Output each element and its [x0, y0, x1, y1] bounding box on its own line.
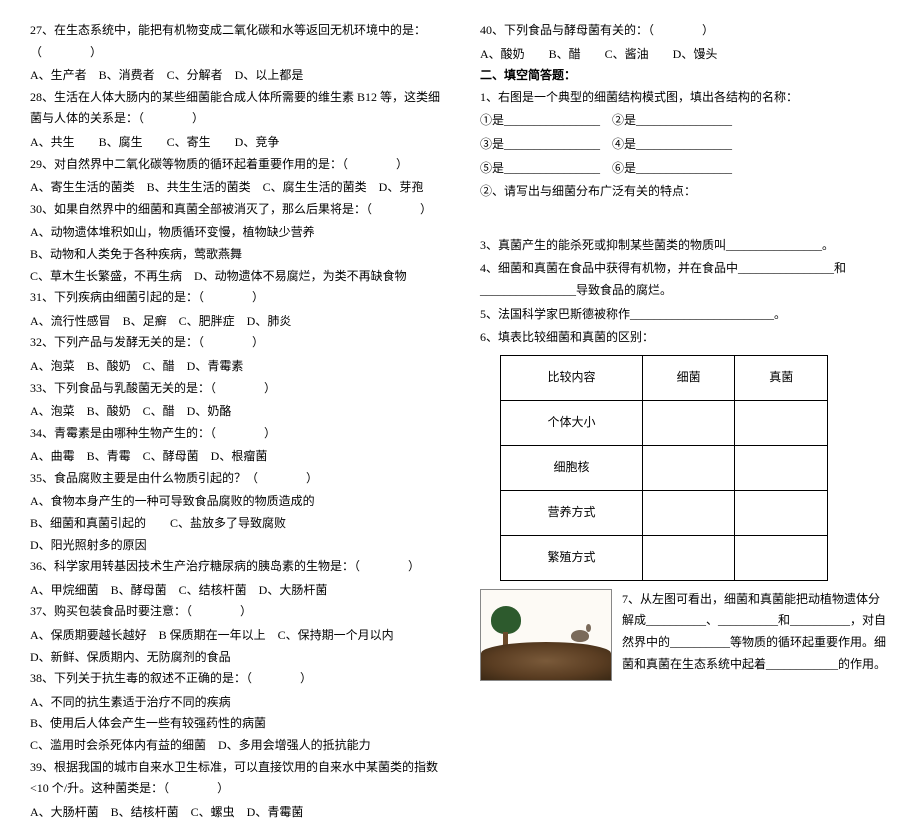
q32: 32、下列产品与发酵无关的是：（ ） [30, 332, 440, 354]
right-column: 40、下列食品与酵母菌有关的：（ ） A、酸奶 B、醋 C、酱油 D、馒头 二、… [480, 20, 890, 823]
row-reproduction: 繁殖方式 [501, 535, 643, 580]
th-bacteria: 细菌 [642, 355, 735, 400]
q30-a: A、动物遗体堆积如山，物质循环变慢，植物缺少营养 [30, 222, 440, 244]
blank-space [480, 205, 890, 235]
cell-blank [735, 535, 828, 580]
p1-blanks-c: ⑤是________________ ⑥是________________ [480, 158, 890, 180]
rabbit-icon [571, 630, 589, 642]
q7-text: 7、从左图可看出，细菌和真菌能把动植物遗体分解成__________、_____… [622, 589, 890, 675]
row-nucleus: 细胞核 [501, 445, 643, 490]
q39-options: A、大肠杆菌 B、结核杆菌 C、螺虫 D、青霉菌 [30, 802, 440, 823]
q35-c: D、阳光照射多的原因 [30, 535, 440, 557]
q36: 36、科学家用转基因技术生产治疗糖尿病的胰岛素的生物是：（ ） [30, 556, 440, 578]
ground-icon [481, 642, 611, 680]
worksheet-page: 27、在生态系统中，能把有机物变成二氧化碳和水等返回无机环境中的是：（ ） A、… [30, 20, 890, 823]
section-2-title: 二、填空简答题： [480, 65, 890, 87]
p1: 1、右图是一个典型的细菌结构模式图，填出各结构的名称： [480, 87, 890, 109]
q32-options: A、泡菜 B、酸奶 C、醋 D、青霉素 [30, 356, 440, 378]
ecosystem-diagram [480, 589, 612, 681]
q40-options: A、酸奶 B、醋 C、酱油 D、馒头 [480, 44, 890, 66]
p3: 3、真菌产生的能杀死或抑制某些菌类的物质叫________________。 [480, 235, 890, 257]
q28-options: A、共生 B、腐生 C、寄生 D、竞争 [30, 132, 440, 154]
q33-options: A、泡菜 B、酸奶 C、醋 D、奶酪 [30, 401, 440, 423]
q34: 34、青霉素是由哪种生物产生的：（ ） [30, 423, 440, 445]
q36-options: A、甲烷细菌 B、酵母菌 C、结核杆菌 D、大肠杆菌 [30, 580, 440, 602]
th-fungi: 真菌 [735, 355, 828, 400]
q39: 39、根据我国的城市自来水卫生标准，可以直接饮用的自来水中某菌类的指数<10 个… [30, 757, 440, 800]
q37-options: A、保质期要越长越好 B 保质期在一年以上 C、保持期一个月以内 [30, 625, 440, 647]
cell-blank [735, 490, 828, 535]
table-row: 繁殖方式 [501, 535, 828, 580]
q38-a: A、不同的抗生素适于治疗不同的疾病 [30, 692, 440, 714]
p1-blanks-a: ①是________________ ②是________________ [480, 110, 890, 132]
q38-b: B、使用后人体会产生一些有较强药性的病菌 [30, 713, 440, 735]
q28: 28、生活在人体大肠内的某些细菌能合成人体所需要的维生素 B12 等，这类细菌与… [30, 87, 440, 130]
cell-blank [642, 400, 735, 445]
p1-blanks-b: ③是________________ ④是________________ [480, 134, 890, 156]
q38-c: C、滥用时会杀死体内有益的细菌 D、多用会增强人的抵抗能力 [30, 735, 440, 757]
th-compare: 比较内容 [501, 355, 643, 400]
p4: 4、细菌和真菌在食品中获得有机物，并在食品中________________和_… [480, 258, 890, 301]
q33: 33、下列食品与乳酸菌无关的是：（ ） [30, 378, 440, 400]
p2: ②、请写出与细菌分布广泛有关的特点： [480, 181, 890, 203]
table-row: 细胞核 [501, 445, 828, 490]
q27-options: A、生产者 B、消费者 C、分解者 D、以上都是 [30, 65, 440, 87]
table-header-row: 比较内容 细菌 真菌 [501, 355, 828, 400]
q27: 27、在生态系统中，能把有机物变成二氧化碳和水等返回无机环境中的是：（ ） [30, 20, 440, 63]
q35: 35、食品腐败主要是由什么物质引起的？（ ） [30, 468, 440, 490]
table-row: 个体大小 [501, 400, 828, 445]
tree-icon [491, 606, 521, 646]
row-nutrition: 营养方式 [501, 490, 643, 535]
cell-blank [642, 535, 735, 580]
q30-b: B、动物和人类免于各种疾病，莺歌燕舞 [30, 244, 440, 266]
q31: 31、下列疾病由细菌引起的是：（ ） [30, 287, 440, 309]
row-size: 个体大小 [501, 400, 643, 445]
table-row: 营养方式 [501, 490, 828, 535]
comparison-table: 比较内容 细菌 真菌 个体大小 细胞核 营养方式 繁殖方式 [500, 355, 828, 581]
q38: 38、下列关于抗生毒的叙述不正确的是：（ ） [30, 668, 440, 690]
q29-options: A、寄生生活的菌类 B、共生生活的菌类 C、腐生生活的菌类 D、芽孢 [30, 177, 440, 199]
p6: 6、填表比较细菌和真菌的区别： [480, 327, 890, 349]
q40: 40、下列食品与酵母菌有关的：（ ） [480, 20, 890, 42]
p5: 5、法国科学家巴斯德被称作________________________。 [480, 304, 890, 326]
cell-blank [642, 490, 735, 535]
q35-a: A、食物本身产生的一种可导致食品腐败的物质造成的 [30, 491, 440, 513]
q31-options: A、流行性感冒 B、足癣 C、肥胖症 D、肺炎 [30, 311, 440, 333]
cell-blank [642, 445, 735, 490]
q7-row: 7、从左图可看出，细菌和真菌能把动植物遗体分解成__________、_____… [480, 589, 890, 681]
q34-options: A、曲霉 B、青霉 C、酵母菌 D、根瘤菌 [30, 446, 440, 468]
q30: 30、如果自然界中的细菌和真菌全部被消灭了，那么后果将是：（ ） [30, 199, 440, 221]
q30-c: C、草木生长繁盛，不再生病 D、动物遗体不易腐烂，为类不再缺食物 [30, 266, 440, 288]
q37: 37、购买包装食品时要注意：（ ） [30, 601, 440, 623]
cell-blank [735, 400, 828, 445]
cell-blank [735, 445, 828, 490]
q29: 29、对自然界中二氧化碳等物质的循环起着重要作用的是：（ ） [30, 154, 440, 176]
left-column: 27、在生态系统中，能把有机物变成二氧化碳和水等返回无机环境中的是：（ ） A、… [30, 20, 440, 823]
q35-b: B、细菌和真菌引起的 C、盐放多了导致腐败 [30, 513, 440, 535]
